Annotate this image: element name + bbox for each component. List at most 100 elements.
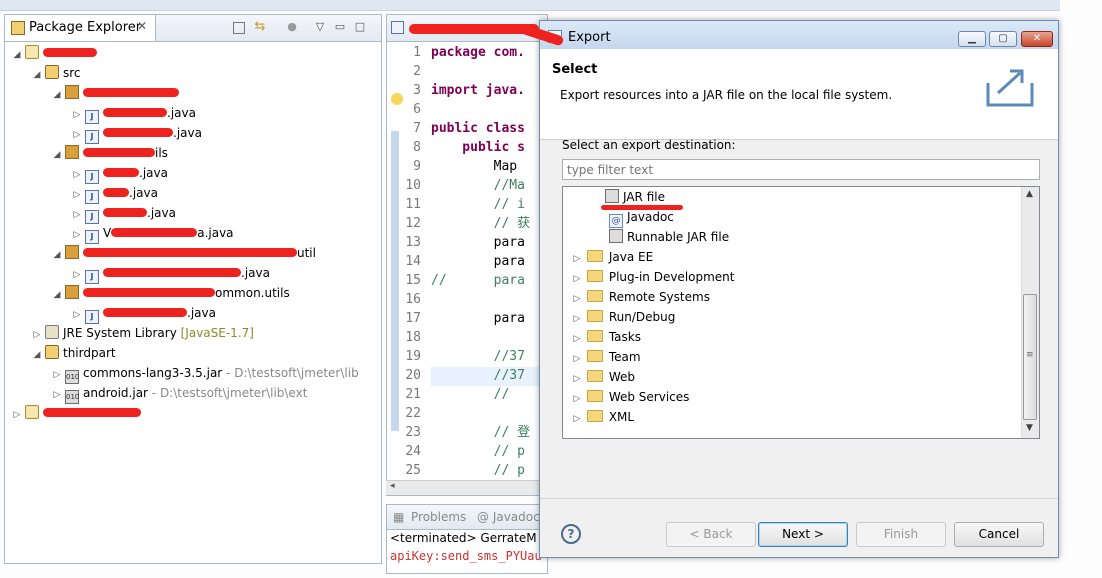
file-name: .java xyxy=(241,266,270,280)
tree-item-java-file[interactable]: ▷ J .java xyxy=(71,103,196,124)
tree-item-project[interactable]: ▷ xyxy=(11,403,141,423)
tree-item-project[interactable]: ◢ xyxy=(11,43,97,63)
scroll-left-icon[interactable]: ◂ xyxy=(390,481,395,491)
tree-item-runnable-jar[interactable]: Runnable JAR file xyxy=(607,227,729,247)
tree-item-package[interactable]: ◢ ommon.utils xyxy=(51,283,290,303)
tree-category-xml[interactable]: ▷ XML xyxy=(571,407,634,427)
header-title: Select xyxy=(552,62,598,77)
console-output: apiKey:send_sms_PYUau xyxy=(390,549,542,563)
package-explorer-icon xyxy=(11,21,25,35)
tree-item-java-file[interactable]: ▷ J Va.java xyxy=(71,223,234,244)
redaction-mark xyxy=(111,228,198,237)
collapsed-icon: ▷ xyxy=(73,210,81,220)
filter-input[interactable] xyxy=(562,159,1040,180)
dialog-titlebar[interactable]: Export ▁ ▢ ✕ xyxy=(540,21,1058,50)
tree-item-java-file[interactable]: ▷ J .java xyxy=(71,123,202,144)
collapsed-icon: ▷ xyxy=(573,314,581,324)
expanded-icon: ◢ xyxy=(13,50,21,60)
tab-package-explorer[interactable]: Package Explorer ✕ xyxy=(5,15,156,41)
finish-button[interactable]: Finish xyxy=(856,522,946,547)
tree-item-jre-library[interactable]: ▷ JRE System Library [JavaSE-1.7] xyxy=(31,323,254,343)
tree-item-java-file[interactable]: ▷ J .java xyxy=(71,183,158,204)
export-destination-tree[interactable]: JAR file @ Javadoc Runnable JAR file ▷ Ja… xyxy=(562,186,1040,439)
code-line: // 登 xyxy=(431,425,531,440)
thirdpart-label: thirdpart xyxy=(63,346,116,360)
tree-item-jar[interactable]: ▷ 010 commons-lang3-3.5.jar - D:\testsoft\… xyxy=(51,363,359,384)
dialog-header: Select Export resources into a JAR file … xyxy=(540,49,1058,140)
view-menu-icon[interactable]: ▽ xyxy=(313,20,327,34)
close-window-button[interactable]: ✕ xyxy=(1021,31,1053,47)
code-line: // xyxy=(431,387,510,402)
scrollbar-thumb[interactable]: ≡ xyxy=(1023,294,1037,420)
tree-item-java-file[interactable]: ▷ J .java xyxy=(71,163,168,184)
tree-scrollbar[interactable]: ▲ ≡ ▼ xyxy=(1021,187,1039,438)
collapsed-icon: ▷ xyxy=(573,254,581,264)
category-label: Plug-in Development xyxy=(608,270,735,284)
tree-item-java-file[interactable]: ▷ J .java xyxy=(71,203,176,224)
tree-category-team[interactable]: ▷ Team xyxy=(571,347,641,367)
tree-item-package[interactable]: ◢ ils xyxy=(51,143,168,163)
export-dialog: Export ▁ ▢ ✕ Select Export resources int… xyxy=(539,20,1059,558)
line-number: 24 xyxy=(405,444,421,459)
tree-item-java-file[interactable]: ▷ J .java xyxy=(71,303,216,324)
expanded-icon: ◢ xyxy=(53,250,61,260)
cancel-button[interactable]: Cancel xyxy=(954,522,1044,547)
scroll-up-icon[interactable]: ▲ xyxy=(1026,189,1033,199)
collapsed-icon: ▷ xyxy=(13,410,21,420)
java-file-icon: J xyxy=(85,190,99,204)
minimize-window-button[interactable]: ▁ xyxy=(958,31,986,47)
java-file-icon: J xyxy=(85,130,99,144)
collapsed-icon: ▷ xyxy=(573,414,581,424)
tree-category-tasks[interactable]: ▷ Tasks xyxy=(571,327,641,347)
scroll-down-icon[interactable]: ▼ xyxy=(1026,423,1033,433)
next-button[interactable]: Next > xyxy=(758,522,848,547)
tree-item-java-file[interactable]: ▷ J .java xyxy=(71,263,270,284)
redaction-mark xyxy=(103,168,139,177)
focus-task-icon[interactable]: ● xyxy=(285,20,299,34)
link-with-editor-icon[interactable]: ⇆ xyxy=(253,20,267,34)
tab-problems[interactable]: Problems xyxy=(411,510,466,524)
minimize-icon[interactable]: ▭ xyxy=(333,20,347,34)
folder-icon xyxy=(45,345,59,359)
jar-path: - D:\testsoft\jmeter\lib\ext xyxy=(147,386,308,400)
expanded-icon: ◢ xyxy=(33,350,41,360)
jar-file-icon xyxy=(605,189,619,203)
file-name: .java xyxy=(129,186,158,200)
runnable-jar-icon xyxy=(609,229,623,243)
select-destination-label: Select an export destination: xyxy=(562,138,736,152)
code-line: para xyxy=(431,235,525,250)
tree-item-jar[interactable]: ▷ 010 android.jar - D:\testsoft\jmeter\lib… xyxy=(51,383,308,404)
expanded-icon: ◢ xyxy=(53,150,61,160)
tree-item-jar-file[interactable]: JAR file xyxy=(603,187,665,207)
jre-version: [JavaSE-1.7] xyxy=(180,326,254,340)
tree-item-package[interactable]: ◢ xyxy=(51,83,179,103)
tree-category-remote-systems[interactable]: ▷ Remote Systems xyxy=(571,287,710,307)
tree-item-package[interactable]: ◢ util xyxy=(51,243,316,263)
tree-item-src[interactable]: ◢ src xyxy=(31,63,81,83)
editor-hscrollbar[interactable]: ◂ xyxy=(386,480,548,495)
tree-category-web-services[interactable]: ▷ Web Services xyxy=(571,387,689,407)
back-button[interactable]: < Back xyxy=(666,522,756,547)
close-icon[interactable]: ✕ xyxy=(137,19,147,33)
category-label: Java EE xyxy=(608,250,654,264)
line-number: 10 xyxy=(405,178,421,193)
redaction-mark xyxy=(83,288,215,297)
collapse-all-icon[interactable] xyxy=(233,22,245,34)
tree-category-java-ee[interactable]: ▷ Java EE xyxy=(571,247,653,267)
java-file-icon xyxy=(391,21,404,34)
category-label: Web Services xyxy=(608,390,690,404)
tree-category-web[interactable]: ▷ Web xyxy=(571,367,635,387)
project-icon xyxy=(25,45,39,59)
expanded-icon: ◢ xyxy=(33,70,41,80)
maximize-window-button[interactable]: ▢ xyxy=(989,31,1017,47)
tab-javadoc[interactable]: @ Javadoc xyxy=(477,510,540,524)
line-number: 3 xyxy=(413,83,421,98)
tree-item-thirdpart[interactable]: ◢ thirdpart xyxy=(31,343,116,363)
tree-category-run-debug[interactable]: ▷ Run/Debug xyxy=(571,307,675,327)
tree-item-javadoc[interactable]: @ Javadoc xyxy=(607,207,674,228)
tree-category-plugin-development[interactable]: ▷ Plug-in Development xyxy=(571,267,735,287)
maximize-icon[interactable]: □ xyxy=(353,20,367,34)
file-name: .java xyxy=(147,206,176,220)
help-button[interactable]: ? xyxy=(561,524,581,544)
java-file-icon: J xyxy=(85,310,99,324)
